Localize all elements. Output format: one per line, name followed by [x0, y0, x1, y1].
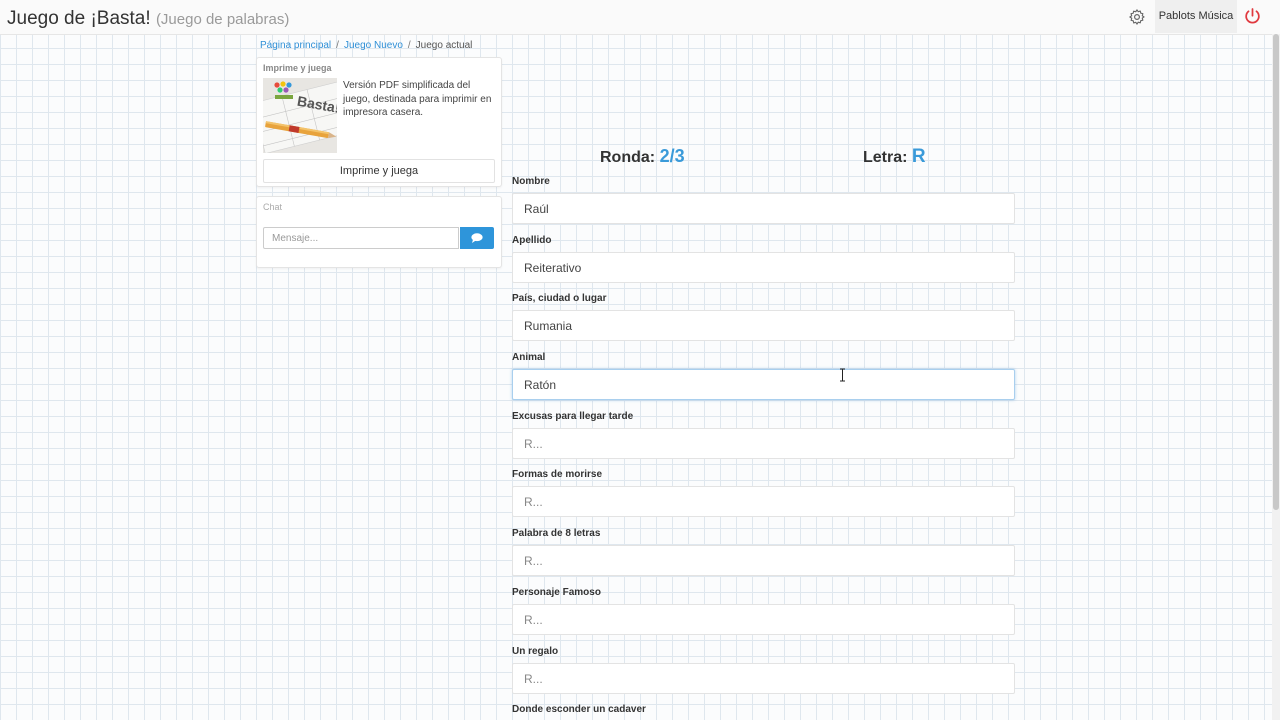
animal-input[interactable] — [512, 369, 1015, 400]
field-excusas: Excusas para llegar tarde — [512, 411, 1015, 459]
pais-input[interactable] — [512, 310, 1015, 341]
gear-icon[interactable] — [1128, 8, 1146, 26]
field-animal: Animal — [512, 352, 1015, 400]
field-pais: País, ciudad o lugar — [512, 293, 1015, 341]
print-panel-title: Imprime y juega — [263, 63, 332, 73]
field-label: Animal — [512, 352, 546, 363]
field-personaje-famoso: Personaje Famoso — [512, 587, 1015, 635]
field-label: Formas de morirse — [512, 469, 603, 480]
power-icon[interactable] — [1243, 7, 1262, 26]
text-cursor-icon — [840, 368, 845, 382]
breadcrumb-new-game-link[interactable]: Juego Nuevo — [344, 40, 403, 51]
field-label: Un regalo — [512, 646, 559, 657]
round-label: Ronda: — [600, 149, 656, 166]
field-palabra-8-letras: Palabra de 8 letras — [512, 528, 1015, 576]
chat-message-input[interactable] — [263, 227, 459, 249]
un-regalo-input[interactable] — [512, 663, 1015, 694]
field-apellido: Apellido — [512, 235, 1015, 283]
chat-bubble-icon — [471, 233, 483, 243]
field-label: Personaje Famoso — [512, 587, 601, 598]
scrollbar-thumb[interactable] — [1273, 34, 1279, 510]
palabra-8-letras-input[interactable] — [512, 545, 1015, 576]
chat-send-button[interactable] — [460, 227, 494, 249]
print-thumbnail[interactable]: Basta! — [263, 78, 337, 153]
field-label: País, ciudad o lugar — [512, 293, 607, 304]
breadcrumb-separator: / — [336, 40, 339, 51]
chat-panel: Chat — [256, 196, 502, 268]
print-and-play-button[interactable]: Imprime y juega — [263, 159, 495, 183]
breadcrumb: Página principal / Juego Nuevo / Juego actua… — [260, 40, 472, 51]
user-menu[interactable]: Pablots Música — [1155, 0, 1237, 33]
field-nombre: Nombre — [512, 176, 1015, 224]
letter-label: Letra: — [863, 149, 908, 166]
round-value: 2/3 — [659, 146, 685, 166]
field-un-regalo: Un regalo — [512, 646, 1015, 694]
field-label: Excusas para llegar tarde — [512, 411, 634, 422]
app-title: Juego de ¡Basta! (Juego de palabras) — [7, 8, 289, 30]
field-label: Nombre — [512, 176, 550, 187]
breadcrumb-separator: / — [407, 40, 411, 51]
print-panel: Imprime y juega Basta! Versión PDF simpl… — [256, 57, 502, 187]
formas-de-morirse-input[interactable] — [512, 486, 1015, 517]
field-label: Donde esconder un cadaver — [512, 704, 646, 715]
personaje-famoso-input[interactable] — [512, 604, 1015, 635]
excusas-input[interactable] — [512, 428, 1015, 459]
page-scrollbar[interactable] — [1272, 34, 1280, 720]
round-indicator: Ronda: 2/3 — [600, 146, 685, 167]
field-formas-de-morirse: Formas de morirse — [512, 469, 1015, 517]
letter-indicator: Letra: R — [863, 146, 926, 168]
apellido-input[interactable] — [512, 252, 1015, 283]
chat-panel-title: Chat — [263, 202, 283, 212]
top-bar: Juego de ¡Basta! (Juego de palabras) Pab… — [0, 0, 1280, 35]
breadcrumb-current: Juego actual — [415, 40, 473, 51]
field-label: Apellido — [512, 235, 552, 246]
nombre-input[interactable] — [512, 193, 1015, 224]
app-subtitle: (Juego de palabras) — [155, 11, 290, 28]
breadcrumb-home-link[interactable]: Página principal — [260, 40, 331, 51]
print-description: Versión PDF simplificada del juego, dest… — [343, 80, 492, 118]
field-label: Palabra de 8 letras — [512, 528, 601, 539]
letter-value: R — [911, 146, 926, 167]
app-title-text: Juego de ¡Basta! — [7, 8, 151, 29]
field-esconder-cadaver: Donde esconder un cadaver — [512, 704, 1015, 716]
